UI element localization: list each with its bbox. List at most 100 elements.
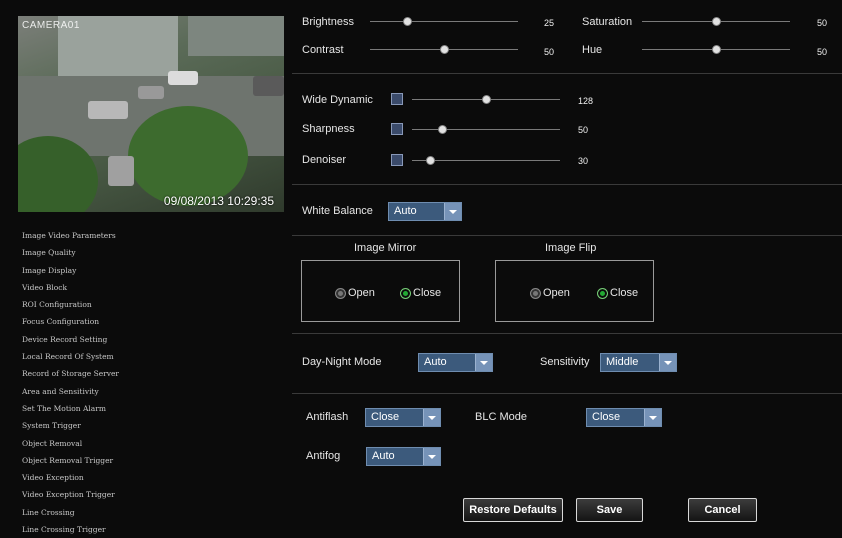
- chevron-down-icon: [644, 409, 661, 426]
- sidebar-item-system-trigger[interactable]: System Trigger: [22, 417, 222, 434]
- day-night-label: Day-Night Mode: [302, 356, 382, 368]
- timestamp: 09/08/2013 10:29:35: [163, 194, 274, 208]
- chevron-down-icon: [659, 354, 676, 371]
- sidebar-item-local-record[interactable]: Local Record Of System: [22, 348, 222, 365]
- contrast-value: 50: [544, 47, 555, 57]
- sharpness-slider[interactable]: [412, 125, 560, 134]
- video-preview: CAMERA01 09/08/2013 10:29:35: [18, 16, 284, 212]
- divider: [292, 235, 842, 236]
- flip-close-radio[interactable]: [597, 288, 608, 299]
- saturation-slider-knob[interactable]: [712, 17, 721, 26]
- image-mirror-title: Image Mirror: [354, 242, 417, 254]
- brightness-slider-knob[interactable]: [403, 17, 412, 26]
- sidebar-item-line-crossing-trigger[interactable]: Line Crossing Trigger: [22, 521, 222, 538]
- sidebar-item-image-video-parameters[interactable]: Image Video Parameters: [22, 227, 222, 244]
- hue-slider[interactable]: [642, 45, 790, 54]
- hue-slider-knob[interactable]: [712, 45, 721, 54]
- mirror-open-radio[interactable]: [335, 288, 346, 299]
- wide-dynamic-checkbox[interactable]: [391, 93, 403, 105]
- sidebar-item-video-exception[interactable]: Video Exception: [22, 469, 222, 486]
- restore-defaults-button[interactable]: Restore Defaults: [463, 498, 563, 522]
- wide-dynamic-slider[interactable]: [412, 95, 560, 104]
- day-night-dropdown[interactable]: Auto: [418, 353, 493, 372]
- image-flip-title: Image Flip: [545, 242, 597, 254]
- blc-mode-label: BLC Mode: [475, 411, 527, 423]
- white-balance-label: White Balance: [302, 205, 373, 217]
- camera-name: CAMERA01: [22, 20, 80, 31]
- chevron-down-icon: [423, 448, 440, 465]
- sidebar-item-image-display[interactable]: Image Display: [22, 262, 222, 279]
- sharpness-label: Sharpness: [302, 123, 355, 135]
- sidebar-item-object-removal[interactable]: Object Removal: [22, 435, 222, 452]
- antifog-value: Auto: [372, 450, 395, 462]
- flip-open-radio[interactable]: [530, 288, 541, 299]
- white-balance-value: Auto: [394, 205, 417, 217]
- preview-car: [253, 76, 284, 96]
- sidebar-item-object-removal-trigger[interactable]: Object Removal Trigger: [22, 452, 222, 469]
- wide-dynamic-value: 128: [578, 96, 594, 106]
- contrast-slider[interactable]: [370, 45, 518, 54]
- day-night-value: Auto: [424, 356, 447, 368]
- sidebar-item-focus-configuration[interactable]: Focus Configuration: [22, 313, 222, 330]
- flip-close-label: Close: [610, 287, 639, 299]
- chevron-down-icon: [444, 203, 461, 220]
- wide-dynamic-label: Wide Dynamic: [302, 94, 373, 106]
- saturation-label: Saturation: [582, 16, 633, 28]
- mirror-close-label: Close: [413, 287, 442, 299]
- hue-label: Hue: [582, 44, 603, 56]
- preview-car: [88, 101, 128, 119]
- sidebar-item-video-exception-trigger[interactable]: Video Exception Trigger: [22, 486, 222, 503]
- chevron-down-icon: [475, 354, 492, 371]
- preview-building: [188, 16, 284, 56]
- sidebar-item-storage-server-record[interactable]: Record of Storage Server: [22, 365, 222, 382]
- hue-value: 50: [817, 47, 828, 57]
- divider: [292, 393, 842, 394]
- sensitivity-dropdown[interactable]: Middle: [600, 353, 677, 372]
- sidebar-item-video-block[interactable]: Video Block: [22, 279, 222, 296]
- sharpness-value: 50: [578, 125, 589, 135]
- flip-open-label: Open: [543, 287, 570, 299]
- contrast-label: Contrast: [302, 44, 344, 56]
- brightness-label: Brightness: [302, 16, 354, 28]
- denoiser-value: 30: [578, 156, 589, 166]
- saturation-value: 50: [817, 18, 828, 28]
- chevron-down-icon: [423, 409, 440, 426]
- antifog-label: Antifog: [306, 450, 341, 462]
- divider: [292, 333, 842, 334]
- sidebar-item-image-quality[interactable]: Image Quality: [22, 244, 222, 261]
- save-button[interactable]: Save: [576, 498, 643, 522]
- preview-car: [168, 71, 198, 85]
- blc-mode-dropdown[interactable]: Close: [586, 408, 662, 427]
- sharpness-slider-knob[interactable]: [437, 125, 447, 134]
- cancel-button[interactable]: Cancel: [688, 498, 757, 522]
- sidebar-menu: Image Video Parameters Image Quality Ima…: [22, 227, 222, 538]
- wide-dynamic-slider-knob[interactable]: [482, 95, 491, 104]
- mirror-close-radio[interactable]: [400, 288, 411, 299]
- brightness-slider[interactable]: [370, 17, 518, 26]
- sidebar-item-line-crossing[interactable]: Line Crossing: [22, 504, 222, 521]
- preview-car: [138, 86, 164, 99]
- denoiser-label: Denoiser: [302, 154, 347, 166]
- sidebar-item-area-sensitivity[interactable]: Area and Sensitivity: [22, 383, 222, 400]
- sensitivity-label: Sensitivity: [540, 356, 590, 368]
- sidebar-item-motion-alarm[interactable]: Set The Motion Alarm: [22, 400, 222, 417]
- sidebar-item-device-record-setting[interactable]: Device Record Setting: [22, 331, 222, 348]
- saturation-slider[interactable]: [642, 17, 790, 26]
- denoiser-slider-knob[interactable]: [425, 156, 435, 165]
- brightness-value: 25: [544, 18, 555, 28]
- denoiser-slider[interactable]: [412, 156, 560, 165]
- antiflash-dropdown[interactable]: Close: [365, 408, 441, 427]
- divider: [292, 73, 842, 74]
- contrast-slider-knob[interactable]: [440, 45, 449, 54]
- mirror-open-label: Open: [348, 287, 375, 299]
- white-balance-dropdown[interactable]: Auto: [388, 202, 462, 221]
- preview-car: [108, 156, 134, 186]
- blc-mode-value: Close: [592, 411, 621, 423]
- sensitivity-value: Middle: [606, 356, 639, 368]
- divider: [292, 184, 842, 185]
- denoiser-checkbox[interactable]: [391, 154, 403, 166]
- sharpness-checkbox[interactable]: [391, 123, 403, 135]
- preview-tree: [128, 106, 248, 206]
- sidebar-item-roi-configuration[interactable]: ROI Configuration: [22, 296, 222, 313]
- antifog-dropdown[interactable]: Auto: [366, 447, 441, 466]
